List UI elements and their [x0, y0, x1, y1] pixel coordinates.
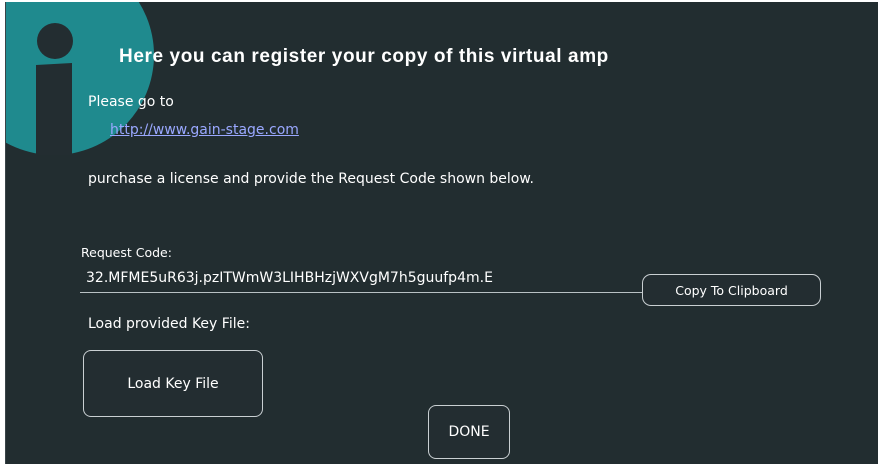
dialog-title: Here you can register your copy of this … [119, 46, 609, 67]
instruction-text-2: purchase a license and provide the Reque… [88, 171, 534, 187]
request-code-underline [80, 292, 644, 293]
copy-to-clipboard-button[interactable]: Copy To Clipboard [642, 274, 821, 306]
key-file-label: Load provided Key File: [88, 316, 250, 332]
request-code-value[interactable]: 32.MFME5uR63j.pzITWmW3LIHBHzjWXVgM7h5guu… [86, 270, 493, 286]
load-key-file-button[interactable]: Load Key File [83, 350, 263, 417]
registration-dialog: Here you can register your copy of this … [5, 2, 878, 464]
instruction-text: Please go to [88, 94, 174, 110]
request-code-label: Request Code: [81, 245, 172, 260]
done-button[interactable]: DONE [428, 405, 510, 459]
website-link[interactable]: http://www.gain-stage.com [110, 122, 299, 138]
